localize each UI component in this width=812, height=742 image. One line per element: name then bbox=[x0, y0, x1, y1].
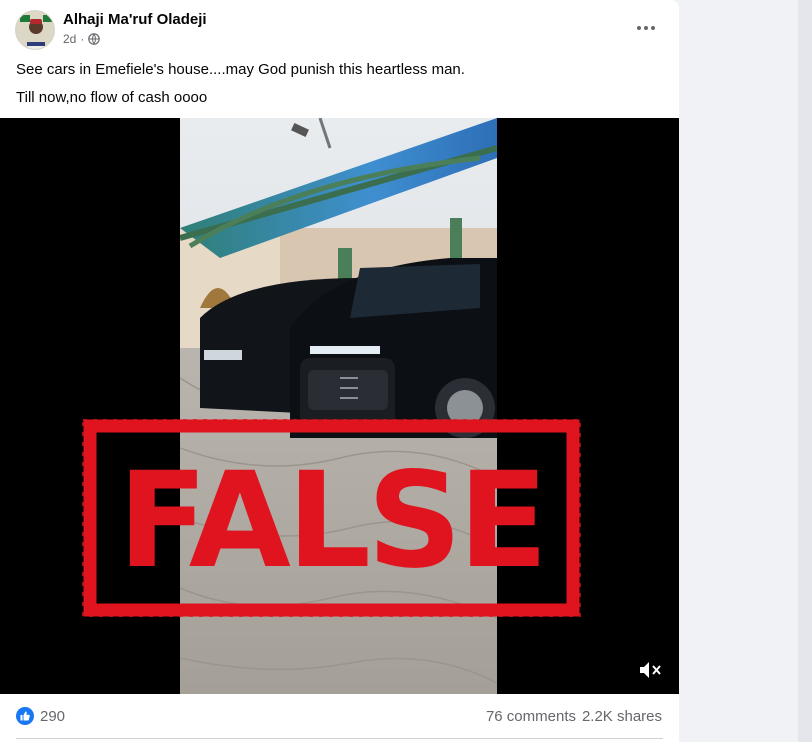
globe-icon[interactable] bbox=[88, 33, 101, 45]
side-panel-edge bbox=[798, 0, 812, 742]
mute-button[interactable] bbox=[637, 658, 663, 682]
more-horizontal-icon bbox=[637, 26, 655, 30]
comments-count[interactable]: 76 comments bbox=[486, 708, 576, 725]
meta-dot: · bbox=[80, 32, 85, 46]
like-thumb-icon[interactable] bbox=[16, 707, 34, 725]
video-player[interactable]: FALSE bbox=[0, 118, 679, 694]
caption-line-1: See cars in Emefiele's house....may God … bbox=[16, 61, 465, 78]
more-options-button[interactable] bbox=[635, 18, 657, 38]
volume-muted-icon bbox=[640, 662, 661, 678]
post-time[interactable]: 2d bbox=[63, 32, 76, 46]
like-count[interactable]: 290 bbox=[40, 708, 65, 725]
right-gutter bbox=[679, 0, 812, 742]
post-header: Alhaji Ma'ruf Oladeji 2d · bbox=[0, 0, 679, 58]
caption-line-2: Till now,no flow of cash oooo bbox=[16, 89, 208, 106]
shares-count[interactable]: 2.2K shares bbox=[582, 708, 662, 725]
post-meta: 2d · bbox=[63, 32, 101, 46]
false-stamp-text: FALSE bbox=[118, 444, 545, 598]
false-stamp: FALSE bbox=[82, 419, 581, 617]
author-name[interactable]: Alhaji Ma'ruf Oladeji bbox=[63, 11, 207, 28]
author-avatar[interactable] bbox=[15, 10, 55, 50]
post-stats: 290 76 comments 2.2K shares bbox=[0, 694, 679, 738]
stats-divider bbox=[16, 738, 663, 739]
avatar-image bbox=[16, 11, 54, 49]
post-card: Alhaji Ma'ruf Oladeji 2d · See cars in E… bbox=[0, 0, 679, 742]
